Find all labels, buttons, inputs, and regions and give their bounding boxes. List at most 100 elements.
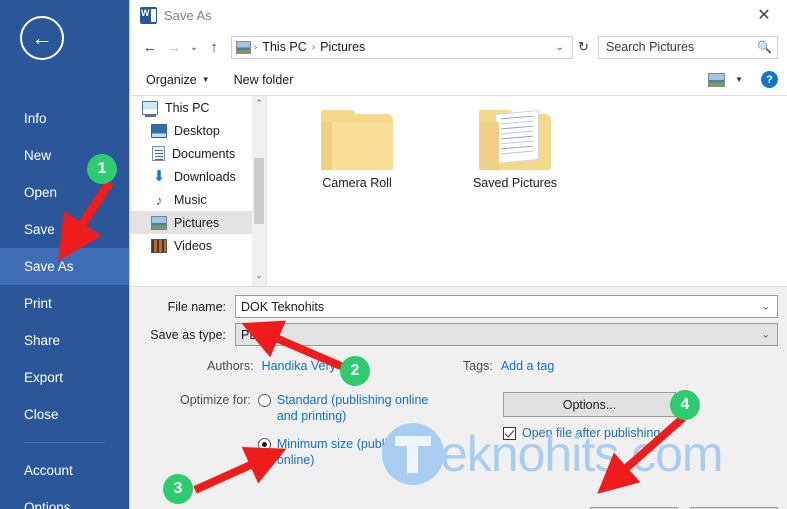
scroll-up-icon[interactable]: ⌃ <box>252 96 266 110</box>
tree-item-label: Music <box>174 192 207 207</box>
search-icon: 🔍 <box>757 40 772 54</box>
search-input[interactable]: Search Pictures 🔍 <box>598 35 778 59</box>
checkbox-checked-icon[interactable] <box>503 426 516 440</box>
sidebar-item-export[interactable]: Export <box>0 359 129 396</box>
optimize-radio-group: Standard (publishing online and printing… <box>257 392 445 480</box>
sidebar-item-label: New <box>24 148 52 163</box>
radio-button-selected-icon[interactable] <box>257 438 271 451</box>
sidebar-item-save-as[interactable]: Save As <box>0 248 129 285</box>
nav-up-icon[interactable]: ↑ <box>202 34 226 60</box>
pictures-folder-icon <box>236 40 251 54</box>
close-icon[interactable]: ✕ <box>741 0 787 30</box>
tree-item-label: Pictures <box>174 215 220 230</box>
tree-item-downloads[interactable]: ⬇ Downloads <box>130 165 252 188</box>
view-chevron-down-icon[interactable]: ▼ <box>735 75 743 84</box>
breadcrumb-pictures[interactable]: Pictures <box>316 40 369 54</box>
file-name-value: DOK Teknohits <box>241 299 325 314</box>
sidebar-item-share[interactable]: Share <box>0 322 129 359</box>
screenshot-root: ← Info New Open Save Save As Print Share… <box>0 0 787 509</box>
file-item-label: Saved Pictures <box>472 176 558 190</box>
sidebar-item-label: Save As <box>24 259 74 274</box>
nav-back-icon[interactable]: ← <box>138 34 162 60</box>
folder-icon <box>321 110 393 170</box>
help-icon[interactable]: ? <box>761 71 778 88</box>
tree-item-pictures[interactable]: Pictures <box>130 211 252 234</box>
sidebar-item-label: Open <box>24 185 58 200</box>
tree-item-label: Videos <box>174 238 212 253</box>
computer-icon <box>142 100 158 117</box>
downloads-icon: ⬇ <box>152 167 166 185</box>
sidebar-item-account[interactable]: Account <box>0 452 129 489</box>
tree-item-label: Desktop <box>174 123 220 138</box>
word-app-icon <box>140 6 157 24</box>
new-folder-label: New folder <box>233 72 294 87</box>
dialog-title: Save As <box>164 7 212 23</box>
file-item-camera-roll[interactable]: Camera Roll <box>301 110 413 286</box>
sidebar-item-label: Export <box>24 370 64 385</box>
optimize-left: Optimize for: Standard (publishing onlin… <box>139 392 469 480</box>
callout-badge-1: 1 <box>87 154 117 184</box>
nav-recent-locations-icon[interactable]: ⌄ <box>186 34 202 60</box>
view-layout-icon[interactable] <box>708 72 726 87</box>
options-button[interactable]: Options... <box>503 392 676 417</box>
authors-value[interactable]: Handika Very <box>262 359 336 373</box>
sidebar-item-close[interactable]: Close <box>0 396 129 433</box>
tree-item-label: This PC <box>165 100 210 115</box>
sidebar-item-save[interactable]: Save <box>0 211 129 248</box>
file-list: Camera Roll Saved Pictures <box>266 96 787 286</box>
command-bar: Organize ▼ New folder ▼ ? <box>130 64 787 96</box>
tree-item-this-pc[interactable]: This PC <box>130 96 252 119</box>
office-backstage-sidebar: ← Info New Open Save Save As Print Share… <box>0 0 129 509</box>
tree-item-music[interactable]: ♪ Music <box>130 188 252 211</box>
tree-item-label: Downloads <box>174 169 236 184</box>
organize-button[interactable]: Organize ▼ <box>146 73 210 87</box>
file-item-label: Camera Roll <box>322 176 392 190</box>
radio-minimum-size[interactable]: Minimum size (publishing online) <box>257 436 445 468</box>
optimize-for-label: Optimize for: <box>180 393 251 407</box>
videos-icon <box>151 238 167 253</box>
metadata-row: Authors: Handika Very Tags: Add a tag <box>139 357 778 375</box>
tree-scrollbar[interactable]: ⌃ ⌄ <box>252 96 266 286</box>
save-as-type-select[interactable]: PDF ⌄ <box>235 323 778 346</box>
new-folder-button[interactable]: New folder <box>234 73 294 87</box>
documents-icon <box>152 146 165 161</box>
search-placeholder: Search Pictures <box>606 40 695 54</box>
back-arrow-icon[interactable]: ← <box>20 16 64 60</box>
file-name-row: File name: DOK Teknohits ⌄ <box>139 295 778 318</box>
file-item-saved-pictures[interactable]: Saved Pictures <box>459 110 571 286</box>
file-name-input[interactable]: DOK Teknohits ⌄ <box>235 295 778 318</box>
sidebar-item-print[interactable]: Print <box>0 285 129 322</box>
tree-item-documents[interactable]: Documents <box>130 142 252 165</box>
add-a-tag-link[interactable]: Add a tag <box>501 359 555 373</box>
radio-standard[interactable]: Standard (publishing online and printing… <box>257 392 445 424</box>
sidebar-item-info[interactable]: Info <box>0 100 129 137</box>
address-bar[interactable]: › This PC › Pictures ⌄ <box>231 35 573 59</box>
chevron-down-icon[interactable]: ⌄ <box>762 301 770 312</box>
tree-item-desktop[interactable]: Desktop <box>130 119 252 142</box>
nav-forward-icon[interactable]: → <box>162 34 186 60</box>
sidebar-item-options[interactable]: Options <box>0 489 129 509</box>
sidebar-item-label: Print <box>24 296 52 311</box>
pictures-icon <box>151 215 167 230</box>
save-as-type-row: Save as type: PDF ⌄ <box>139 323 778 346</box>
callout-badge-2: 2 <box>340 356 370 386</box>
callout-badge-3: 3 <box>163 474 193 504</box>
open-file-after-publishing-checkbox[interactable]: Open file after publishing <box>503 426 778 440</box>
address-dropdown-icon[interactable]: ⌄ <box>551 42 569 53</box>
tree-item-videos[interactable]: Videos <box>130 234 252 257</box>
scrollbar-thumb[interactable] <box>254 158 264 224</box>
sidebar-item-label: Save <box>24 222 55 237</box>
refresh-icon[interactable]: ↻ <box>573 36 594 59</box>
chevron-down-icon[interactable]: ⌄ <box>762 329 770 340</box>
music-icon: ♪ <box>155 191 163 208</box>
sidebar-item-label: Account <box>24 463 73 478</box>
radio-standard-label: Standard (publishing online and printing… <box>276 393 429 423</box>
file-name-label: File name: <box>167 299 226 314</box>
breadcrumb-this-pc[interactable]: This PC <box>258 40 310 54</box>
radio-minimum-size-label: Minimum size (publishing online) <box>276 437 418 467</box>
save-as-type-value: PDF <box>241 327 266 342</box>
scroll-down-icon[interactable]: ⌄ <box>252 268 266 282</box>
sidebar-item-label: Info <box>24 111 47 126</box>
radio-button-icon[interactable] <box>257 394 271 407</box>
callout-badge-4: 4 <box>670 390 700 420</box>
